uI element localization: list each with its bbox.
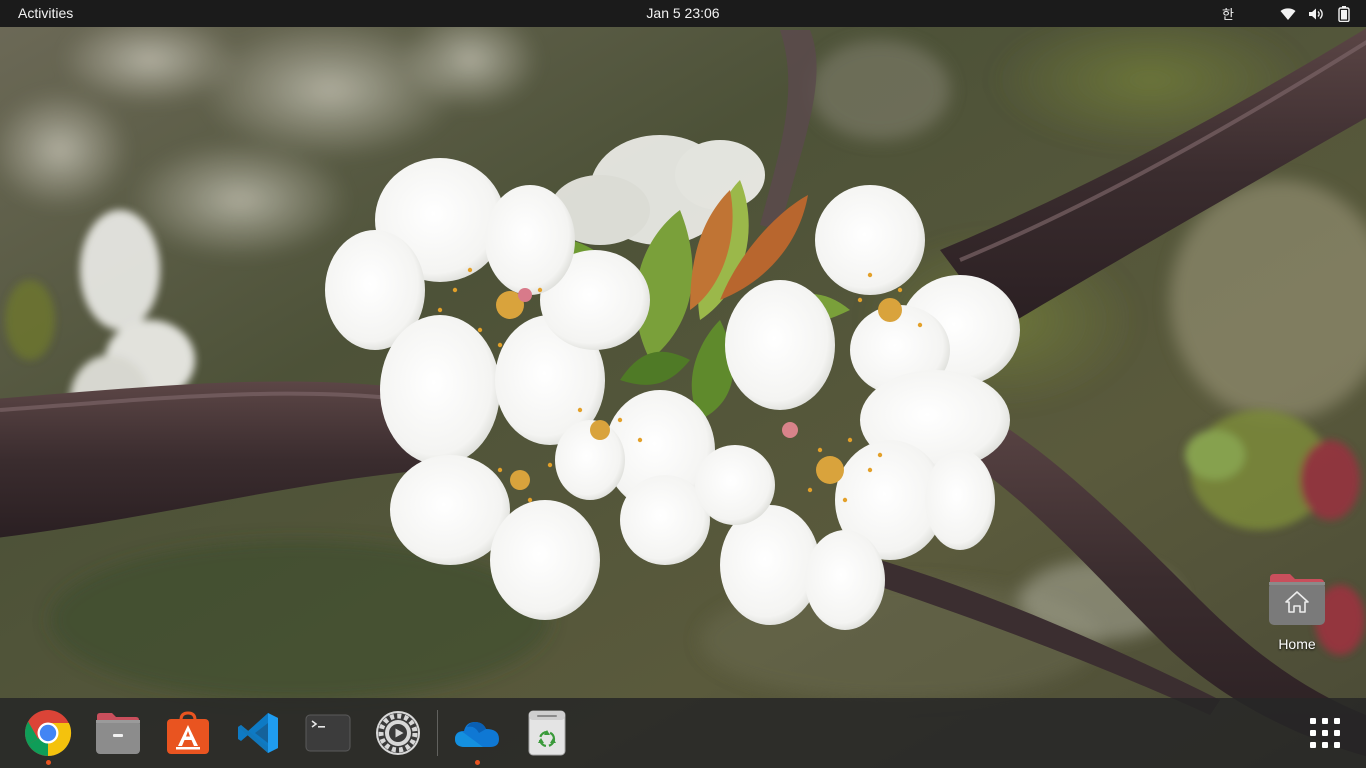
dock-app-chrome[interactable] xyxy=(21,707,75,765)
desktop-home-folder[interactable]: Home xyxy=(1262,572,1332,652)
wifi-icon[interactable] xyxy=(1280,6,1296,22)
home-folder-label: Home xyxy=(1278,636,1316,652)
dock-app-files[interactable] xyxy=(91,707,145,759)
vscode-icon xyxy=(238,713,278,753)
dock-separator xyxy=(437,710,438,756)
running-indicator xyxy=(474,760,480,765)
dock-app-onedrive[interactable] xyxy=(450,707,504,765)
onedrive-icon xyxy=(455,722,499,747)
top-bar: Activities Jan 5 23:06 한 xyxy=(0,0,1366,27)
dock-app-terminal[interactable] xyxy=(301,707,355,759)
settings-icon xyxy=(376,711,420,755)
system-tray[interactable]: 한 xyxy=(1222,0,1352,27)
wallpaper-cherry-blossom xyxy=(0,0,1366,768)
dock-app-trash[interactable] xyxy=(520,707,574,759)
activities-button[interactable]: Activities xyxy=(8,0,83,27)
software-center-icon xyxy=(167,711,209,754)
dock-app-vscode[interactable] xyxy=(231,707,285,759)
volume-icon[interactable] xyxy=(1308,6,1324,22)
desktop-screen: Activities Jan 5 23:06 한 Home xyxy=(0,0,1366,768)
clock-date-time[interactable]: Jan 5 23:06 xyxy=(613,0,753,27)
show-applications-button[interactable] xyxy=(1298,707,1352,759)
files-icon xyxy=(96,713,140,754)
terminal-icon xyxy=(305,714,351,752)
app-grid-icon xyxy=(1310,718,1340,748)
trash-icon xyxy=(528,710,566,756)
chrome-icon xyxy=(25,710,72,756)
home-folder-icon xyxy=(1268,572,1326,626)
running-indicator xyxy=(45,760,51,765)
dock-app-software[interactable] xyxy=(161,707,215,759)
battery-icon[interactable] xyxy=(1336,5,1352,22)
dock xyxy=(0,698,1366,768)
dock-app-settings[interactable] xyxy=(371,707,425,759)
input-method-indicator[interactable]: 한 xyxy=(1222,4,1234,23)
